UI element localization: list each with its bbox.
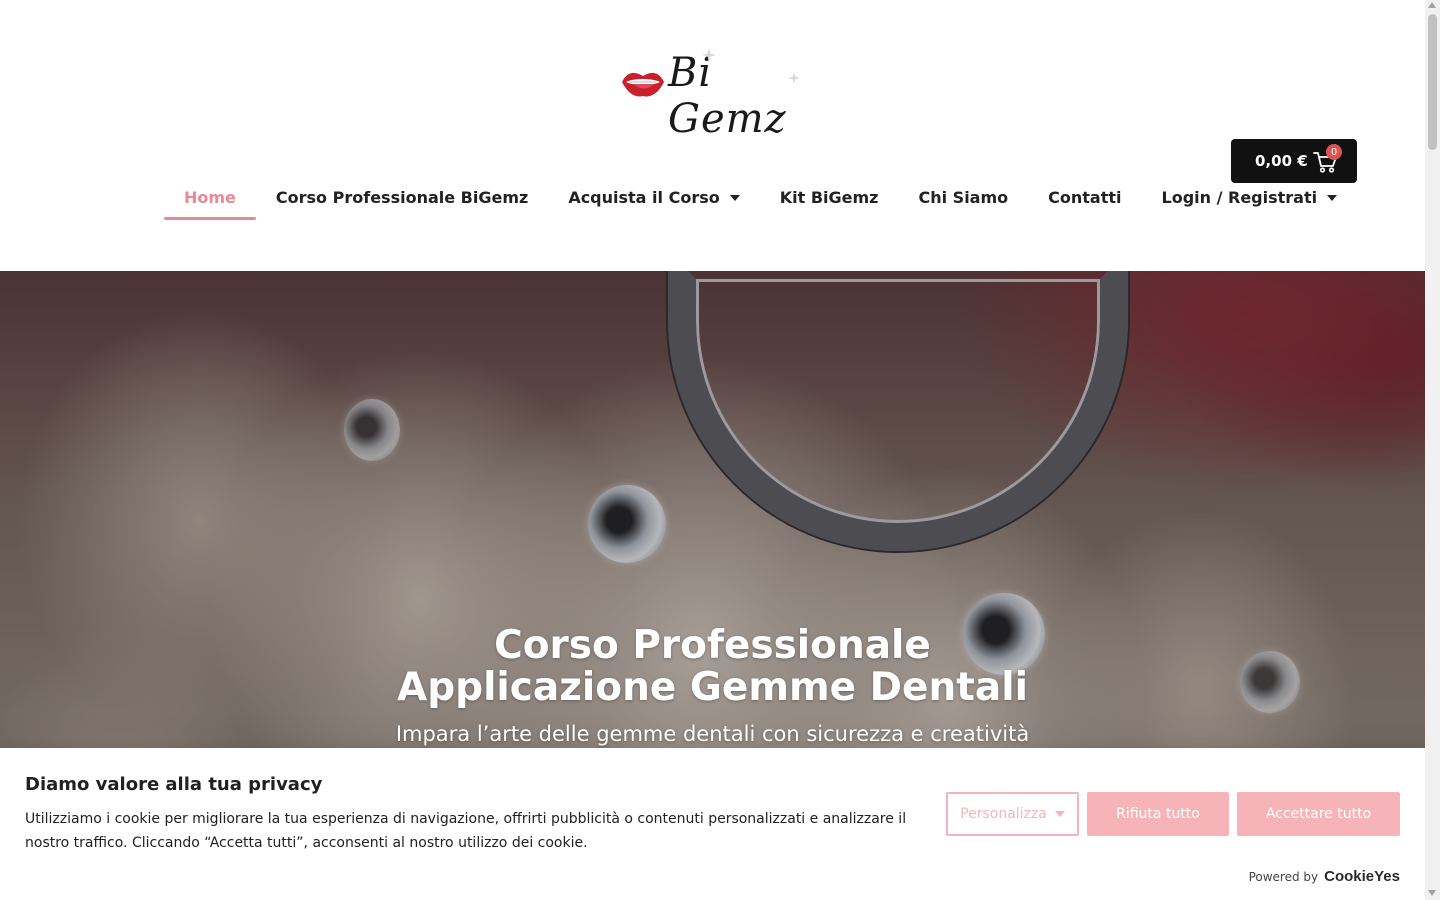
- sparkle-icon: [788, 72, 800, 84]
- logo-text: Bi Gemz: [668, 50, 787, 142]
- nav-item-label: Acquista il Corso: [568, 188, 720, 207]
- page: Bi Gemz 0,00 € 0 Home Corso Professional…: [0, 0, 1425, 900]
- hero-title-line: Corso Professionale: [494, 623, 931, 668]
- scroll-thumb[interactable]: [1428, 14, 1437, 150]
- chevron-down-icon: [1054, 811, 1065, 817]
- nav-item-label: Contatti: [1048, 188, 1122, 207]
- nav-item-kit[interactable]: Kit BiGemz: [760, 176, 899, 220]
- nav-item-acquista-corso[interactable]: Acquista il Corso: [548, 176, 759, 220]
- nav-item-label: Corso Professionale BiGemz: [275, 188, 529, 207]
- nav-item-login[interactable]: Login / Registrati: [1142, 176, 1358, 220]
- page-scrollbar[interactable]: [1425, 0, 1440, 900]
- customize-button[interactable]: Personalizza: [946, 792, 1079, 836]
- sparkle-icon: [702, 48, 716, 62]
- nav-item-label: Kit BiGemz: [779, 188, 879, 207]
- scroll-up-arrow-icon[interactable]: [1428, 2, 1436, 8]
- nav-item-label: Home: [184, 188, 236, 207]
- cart-count-badge: 0: [1326, 144, 1342, 160]
- nav-item-label: Login / Registrati: [1161, 188, 1318, 207]
- nav-item-corso-professionale[interactable]: Corso Professionale BiGemz: [256, 176, 548, 220]
- main-nav: Home Corso Professionale BiGemz Acquista…: [164, 176, 1357, 220]
- cart-total: 0,00 €: [1255, 152, 1308, 170]
- site-logo[interactable]: Bi Gemz: [620, 48, 805, 142]
- customize-button-label: Personalizza: [960, 806, 1047, 822]
- chevron-down-icon: [1327, 195, 1338, 201]
- hero-title-line: Applicazione Gemme Dentali: [397, 665, 1028, 710]
- scroll-down-arrow-icon[interactable]: [1428, 890, 1436, 896]
- hero-subtitle: Impara l’arte delle gemme dentali con si…: [395, 722, 1030, 746]
- nav-item-contatti[interactable]: Contatti: [1028, 176, 1141, 220]
- powered-by-label: Powered by: [1248, 870, 1319, 884]
- site-header: Bi Gemz 0,00 € 0 Home Corso Professional…: [0, 0, 1425, 271]
- hero-title: Corso Professionale Applicazione Gemme D…: [0, 625, 1425, 709]
- nav-item-home[interactable]: Home: [164, 176, 256, 220]
- reject-all-button[interactable]: Rifiuta tutto: [1087, 792, 1229, 836]
- cookie-title: Diamo valore alla tua privacy: [25, 774, 323, 795]
- lips-logo-icon: [622, 72, 664, 97]
- cookieyes-logo[interactable]: CookieYes: [1324, 868, 1400, 885]
- powered-by: Powered by CookieYes: [1249, 868, 1400, 885]
- chevron-down-icon: [729, 195, 740, 201]
- cookie-description: Utilizziamo i cookie per migliorare la t…: [25, 811, 907, 851]
- nav-item-chi-siamo[interactable]: Chi Siamo: [898, 176, 1028, 220]
- accept-all-button[interactable]: Accettare tutto: [1237, 792, 1400, 836]
- nav-item-label: Chi Siamo: [918, 188, 1009, 207]
- cookie-banner: Diamo valore alla tua privacy Utilizziam…: [0, 748, 1425, 900]
